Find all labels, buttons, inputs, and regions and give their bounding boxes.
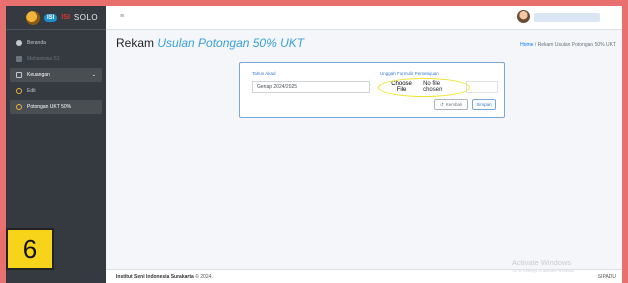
- sidebar-item-label: Edit: [27, 88, 36, 94]
- step-number-badge: 6: [6, 228, 54, 270]
- file-input-box[interactable]: [466, 81, 498, 93]
- circle-icon: [16, 88, 22, 94]
- top-navbar: ≡: [106, 6, 622, 30]
- page-title-plain: Rekam: [116, 36, 155, 50]
- user-name-redacted[interactable]: [534, 13, 600, 22]
- back-icon: ↺: [439, 101, 444, 107]
- footer-institution: Institut Seni Indonesia Surakarta: [116, 274, 194, 280]
- brand[interactable]: ISI ISI SOLO: [6, 6, 106, 30]
- sidebar-item-label: Potongan UKT 50%: [27, 104, 72, 110]
- brand-badge: ISI: [44, 13, 58, 22]
- page-title-accent: Usulan Potongan 50% UKT: [157, 36, 305, 50]
- menu-toggle-icon[interactable]: ≡: [120, 13, 124, 20]
- tahun-akad-label: Tahun Akad: [252, 71, 276, 76]
- user-icon: [16, 56, 22, 62]
- app-window: ISI ISI SOLO Beranda Mahasiswa S1 Keuang…: [6, 6, 622, 283]
- kembali-button[interactable]: ↺ Kembali: [434, 99, 468, 110]
- tahun-akad-field[interactable]: Genap 2024/2025: [252, 81, 370, 93]
- money-icon: [16, 72, 22, 78]
- breadcrumb-current: Rekam Usulan Potongan 50% UKT: [537, 42, 616, 48]
- footer-app: SIPADU: [597, 274, 616, 280]
- dashboard-icon: [16, 40, 22, 46]
- breadcrumb: Home / Rekam Usulan Potongan 50% UKT: [520, 42, 616, 48]
- kembali-label: Kembali: [445, 102, 463, 107]
- activation-watermark-subtitle: Go to Settings to activate Windows.: [512, 268, 576, 273]
- avatar[interactable]: [517, 10, 530, 23]
- sidebar-item-beranda[interactable]: Beranda: [10, 36, 102, 50]
- sidebar-item-label: Beranda: [27, 40, 46, 46]
- chevron-down-icon: ⌄: [91, 72, 96, 78]
- sidebar-item-keuangan[interactable]: Keuangan ⌄: [10, 68, 102, 82]
- sidebar-item-edit[interactable]: Edit: [10, 84, 102, 98]
- activation-watermark-title: Activate Windows: [512, 258, 572, 267]
- page-title: Rekam Usulan Potongan 50% UKT: [116, 36, 304, 50]
- highlight-ellipse: [378, 78, 470, 97]
- circle-icon: [16, 104, 22, 110]
- footer-year: © 2024.: [195, 274, 213, 280]
- sidebar-item-potongan-ukt[interactable]: Potongan UKT 50%: [10, 100, 102, 114]
- breadcrumb-separator: /: [534, 42, 537, 48]
- sidebar-item-label: Mahasiswa S1: [27, 56, 60, 62]
- upload-label: Unggah Formulir Persetujuan: [380, 71, 439, 76]
- simpan-button[interactable]: Simpan: [472, 99, 496, 110]
- sidebar-nav: Beranda Mahasiswa S1 Keuangan ⌄ Edit Pot…: [6, 30, 106, 122]
- breadcrumb-home[interactable]: Home: [520, 42, 533, 48]
- logo-icon: [26, 10, 40, 25]
- form-card: Tahun Akad Genap 2024/2025 Unggah Formul…: [239, 62, 505, 118]
- footer-copyright: Institut Seni Indonesia Surakarta © 2024…: [116, 274, 213, 280]
- sidebar-item-label: Keuangan: [27, 72, 50, 78]
- brand-isi: ISI: [61, 14, 70, 21]
- sidebar-item-mahasiswa[interactable]: Mahasiswa S1: [10, 52, 102, 66]
- brand-name: SOLO: [73, 13, 99, 22]
- tahun-akad-value: Genap 2024/2025: [257, 84, 298, 90]
